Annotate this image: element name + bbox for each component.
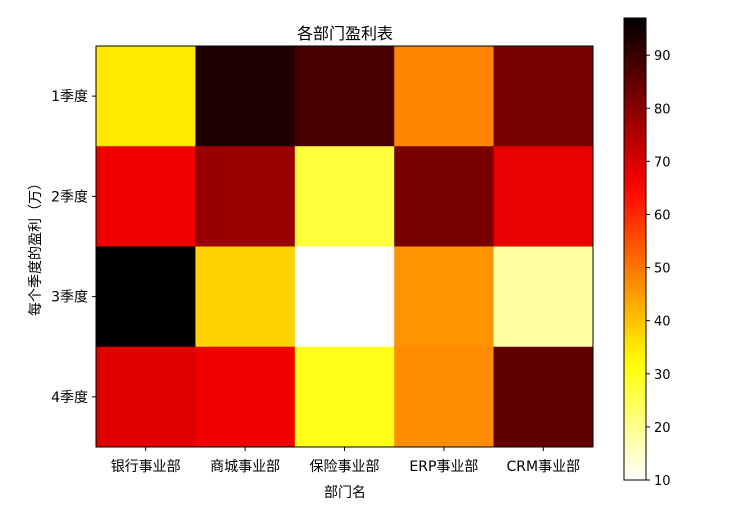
colorbar xyxy=(623,17,647,481)
heatmap-cell xyxy=(493,46,594,147)
heatmap-cell xyxy=(394,246,495,348)
colorbar-tick-label: 90 xyxy=(654,49,671,64)
heatmap-cell xyxy=(394,146,495,247)
x-axis-label: 部门名 xyxy=(324,485,366,501)
heatmap-cell xyxy=(493,346,594,448)
heatmap-cell xyxy=(195,46,296,147)
y-tick-label: 3季度 xyxy=(51,290,88,306)
heatmap-chart: 各部门盈利表 银行事业部 商城事业部 保险事业部 ERP事业部 CRM事业部 1季度 2季… xyxy=(28,17,671,501)
x-axis-ticks: 银行事业部 商城事业部 保险事业部 ERP事业部 CRM事业部 xyxy=(111,447,580,475)
colorbar-tick-label: 50 xyxy=(654,262,671,277)
heatmap-cell xyxy=(493,246,594,348)
heatmap-cell xyxy=(294,146,395,247)
heatmap-cell xyxy=(394,46,495,147)
heatmap-cell xyxy=(294,46,395,147)
colorbar-tick-label: 30 xyxy=(654,368,671,383)
x-tick-label: 保险事业部 xyxy=(310,459,380,475)
heatmap-cell xyxy=(96,246,196,348)
x-tick-label: 商城事业部 xyxy=(210,459,280,475)
chart-title: 各部门盈利表 xyxy=(297,24,393,43)
colorbar-tick-label: 80 xyxy=(654,102,671,117)
heatmap-cell xyxy=(195,146,296,247)
y-axis-ticks: 1季度 2季度 3季度 4季度 xyxy=(51,89,96,406)
x-tick-label: CRM事业部 xyxy=(507,459,581,475)
colorbar-tick-label: 60 xyxy=(654,208,671,223)
y-tick-label: 4季度 xyxy=(51,390,88,406)
heatmap-cell xyxy=(195,346,296,448)
heatmap-cell xyxy=(394,346,495,448)
heatmap-cell xyxy=(294,346,395,448)
colorbar-ticks: 10 20 30 40 50 60 70 80 90 xyxy=(646,49,671,489)
heatmap-cell xyxy=(96,46,196,147)
y-tick-label: 2季度 xyxy=(51,189,88,205)
y-tick-label: 1季度 xyxy=(51,89,88,105)
heatmap-cell xyxy=(294,246,395,348)
heatmap-cell xyxy=(195,246,296,348)
x-tick-label: ERP事业部 xyxy=(409,459,478,475)
heatmap-cell xyxy=(96,346,196,448)
heatmap-cell xyxy=(96,146,196,247)
heatmap-cell xyxy=(493,146,594,247)
y-axis-label: 每个季度的盈利（万） xyxy=(28,176,44,316)
colorbar-tick-label: 40 xyxy=(654,315,671,330)
colorbar-tick-label: 10 xyxy=(654,474,671,489)
colorbar-tick-label: 70 xyxy=(654,155,671,170)
heatmap-cells xyxy=(96,46,594,448)
x-tick-label: 银行事业部 xyxy=(111,459,181,475)
colorbar-tick-label: 20 xyxy=(654,421,671,436)
